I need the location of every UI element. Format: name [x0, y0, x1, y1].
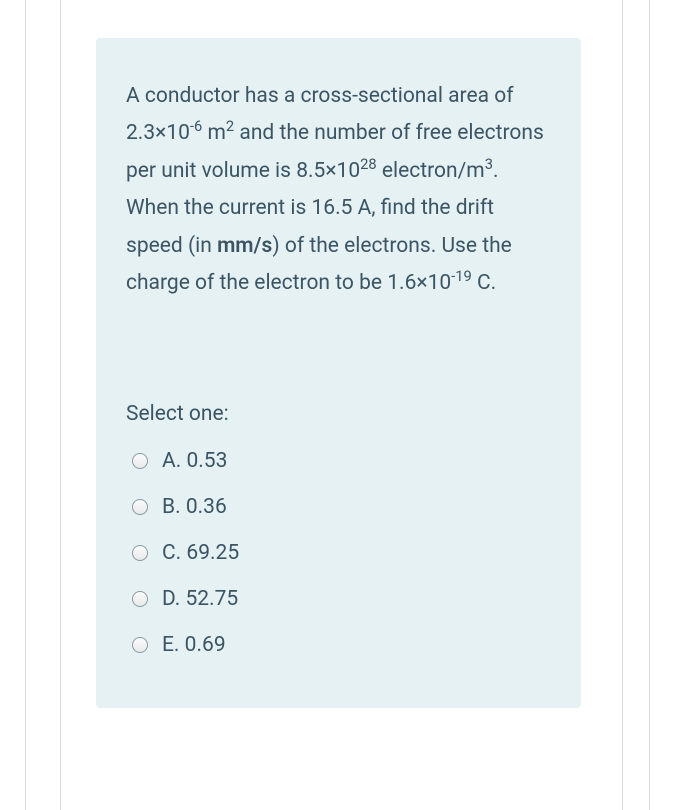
option-label: C. 69.25 — [162, 541, 239, 565]
question-text: A conductor has a cross-sectional area o… — [126, 78, 551, 302]
option-label: E. 0.69 — [162, 633, 226, 657]
option-b[interactable]: B. 0.36 — [126, 484, 551, 530]
option-a[interactable]: A. 0.53 — [126, 438, 551, 484]
radio-icon — [132, 591, 148, 607]
question-card: A conductor has a cross-sectional area o… — [96, 38, 581, 708]
frame-border-right — [649, 0, 675, 810]
option-label: A. 0.53 — [162, 449, 227, 473]
option-label: D. 52.75 — [162, 587, 238, 611]
option-c[interactable]: C. 69.25 — [126, 530, 551, 576]
options-group: A. 0.53 B. 0.36 C. 69.25 D. 52.75 E. 0.6… — [126, 438, 551, 668]
option-e[interactable]: E. 0.69 — [126, 622, 551, 668]
select-one-label: Select one: — [126, 402, 551, 426]
radio-icon — [132, 637, 148, 653]
option-d[interactable]: D. 52.75 — [126, 576, 551, 622]
option-label: B. 0.36 — [162, 495, 227, 519]
radio-icon — [132, 453, 148, 469]
radio-icon — [132, 499, 148, 515]
radio-icon — [132, 545, 148, 561]
